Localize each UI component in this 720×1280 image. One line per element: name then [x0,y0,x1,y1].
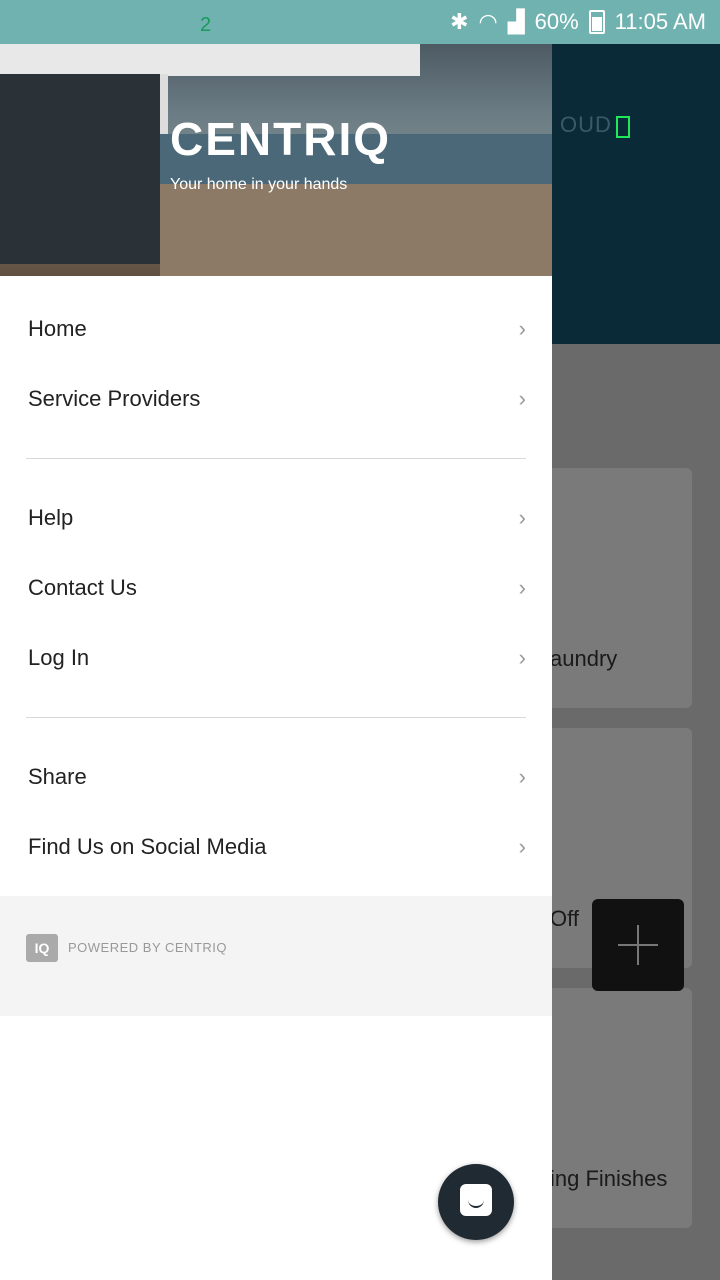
battery-percent: 60% [534,9,579,34]
background-card-label: aundry [550,646,618,671]
hero-window [0,74,168,264]
menu-item-contact-us[interactable]: Contact Us › [0,553,552,623]
menu-item-social-media[interactable]: Find Us on Social Media › [0,812,552,882]
background-header-text: OUD [560,112,612,137]
menu-divider [26,458,526,459]
bluetooth-icon: ✱ [450,9,469,34]
menu-item-share[interactable]: Share › [0,742,552,812]
background-card-label: ing Finishes [550,1166,668,1191]
centriq-icon: IQ [26,934,58,962]
chevron-right-icon: › [518,834,526,859]
chevron-right-icon: › [518,505,526,530]
menu-item-log-in[interactable]: Log In › [0,623,552,693]
menu-item-label: Service Providers [28,386,201,411]
menu-item-label: Share [28,764,87,789]
chat-button[interactable] [438,1164,514,1240]
chevron-right-icon: › [518,645,526,670]
menu-item-home[interactable]: Home › [0,294,552,364]
menu-item-label: Help [28,505,74,530]
menu-item-label: Find Us on Social Media [28,834,267,859]
chevron-right-icon: › [518,316,526,341]
hero-roof [0,44,420,76]
chevron-right-icon: › [518,764,526,789]
chevron-right-icon: › [518,386,526,411]
signal-icon: ▟ [507,9,525,34]
wifi-icon: ◠ [478,9,498,34]
powered-by-footer: IQ POWERED BY CENTRIQ [0,896,552,1016]
chevron-right-icon: › [518,575,526,600]
background-card-finishes[interactable]: ing Finishes [530,988,692,1228]
clock: 11:05 AM [614,9,706,34]
menu-divider [26,717,526,718]
menu-item-label: Log In [28,645,90,670]
battery-icon [588,10,605,34]
hero-deck [160,184,552,276]
status-icons: ✱ ◠ ▟ 60% 11:05 AM [450,9,706,35]
menu-item-label: Contact Us [28,575,137,600]
notification-count: 2 [200,14,212,36]
status-bar: 2 ✱ ◠ ▟ 60% 11:05 AM [0,0,720,44]
background-card-label: Off [550,906,579,931]
logo-tagline: Your home in your hands [170,176,348,193]
navigation-drawer: CENTRIQ Your home in your hands Home › S… [0,44,552,1280]
menu-icon[interactable] [616,116,630,138]
powered-by-text: POWERED BY CENTRIQ [68,940,228,955]
menu-item-service-providers[interactable]: Service Providers › [0,364,552,434]
plus-icon[interactable] [592,899,684,991]
centriq-logo: CENTRIQ [170,113,391,165]
menu-item-help[interactable]: Help › [0,483,552,553]
background-card-laundry[interactable]: aundry [530,468,692,708]
menu-item-label: Home [28,316,87,341]
drawer-menu: Home › Service Providers › Help › Contac… [0,294,552,882]
drawer-header-image: CENTRIQ Your home in your hands [0,44,552,276]
